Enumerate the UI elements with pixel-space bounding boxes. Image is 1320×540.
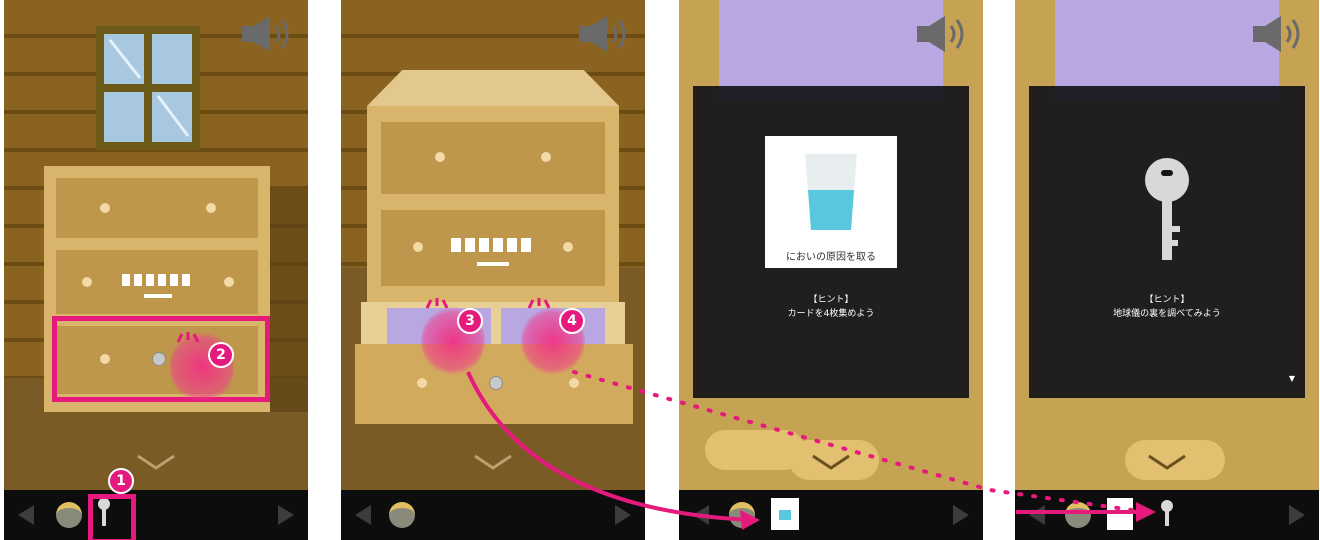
helmet-icon[interactable]: [389, 502, 415, 528]
triangle-left-icon[interactable]: [18, 505, 34, 525]
hint-dialog[interactable]: においの原因を取る 【ヒント】 カードを4枚集めよう: [693, 86, 969, 398]
helmet-icon[interactable]: [1065, 502, 1091, 528]
chevron-down-icon[interactable]: [136, 452, 176, 472]
hint-scene: 【ヒント】 地球儀の裏を調べてみよう ▼: [1015, 0, 1319, 490]
inventory-bar: [341, 490, 645, 540]
inventory-bar: [1015, 490, 1319, 540]
glass-card[interactable]: においの原因を取る: [765, 136, 897, 268]
speaker-icon[interactable]: [911, 14, 971, 54]
window[interactable]: [96, 26, 200, 150]
hint-scene: においの原因を取る 【ヒント】 カードを4枚集めよう: [679, 0, 983, 490]
inventory-bar: [679, 490, 983, 540]
hint-text: カードを4枚集めよう: [787, 309, 875, 319]
speaker-icon[interactable]: [573, 14, 633, 54]
hint-title: 【ヒント】: [808, 295, 854, 305]
scene-panel-hint-card: においの原因を取る 【ヒント】 カードを4枚集めよう: [679, 0, 983, 540]
scene-panel-hint-key: 【ヒント】 地球儀の裏を調べてみよう ▼: [1015, 0, 1319, 540]
key-icon[interactable]: [1161, 500, 1173, 528]
more-indicator[interactable]: ▼: [1289, 374, 1295, 383]
triangle-right-icon[interactable]: [615, 505, 631, 525]
highlight-box-key: [88, 494, 136, 540]
code-lock[interactable]: [451, 238, 535, 252]
dresser-scene: 3 4: [341, 0, 645, 490]
dresser-top: [367, 70, 619, 106]
step-marker-4: 4: [559, 308, 585, 334]
highlight-box-drawer: [52, 316, 270, 402]
step-marker-1: 1: [108, 468, 134, 494]
scene-panel-dresser: 3 4: [341, 0, 645, 540]
room-scene: 2: [4, 0, 308, 490]
glass-card-item[interactable]: [1107, 498, 1133, 530]
hint-text: 地球儀の裏を調べてみよう: [1113, 309, 1221, 319]
inventory-bar: [4, 490, 308, 540]
drawer-top[interactable]: [56, 178, 258, 238]
chevron-down-icon[interactable]: [811, 452, 851, 472]
drawer-middle[interactable]: [381, 210, 605, 286]
step-marker-2: 2: [208, 342, 234, 368]
code-lock[interactable]: [122, 274, 194, 286]
glass-card-icon: [805, 154, 857, 230]
triangle-left-icon[interactable]: [355, 505, 371, 525]
hint-title: 【ヒント】: [1144, 295, 1190, 305]
triangle-right-icon[interactable]: [1289, 505, 1305, 525]
triangle-right-icon[interactable]: [278, 505, 294, 525]
card-caption: においの原因を取る: [786, 252, 876, 263]
scene-panel-room: 2 1: [4, 0, 308, 540]
hint-dialog[interactable]: 【ヒント】 地球儀の裏を調べてみよう ▼: [1029, 86, 1305, 398]
chevron-down-icon[interactable]: [1147, 452, 1187, 472]
helmet-icon[interactable]: [56, 502, 82, 528]
triangle-left-icon[interactable]: [1029, 505, 1045, 525]
glass-card-item[interactable]: [771, 498, 799, 530]
drawer-top[interactable]: [381, 122, 605, 194]
step-marker-3: 3: [457, 308, 483, 334]
triangle-right-icon[interactable]: [953, 505, 969, 525]
speaker-icon[interactable]: [236, 14, 296, 54]
tap-ticks-4: [527, 298, 551, 309]
key-icon: [1145, 158, 1189, 260]
helmet-icon[interactable]: [729, 502, 755, 528]
triangle-left-icon[interactable]: [693, 505, 709, 525]
tap-ticks: [176, 332, 200, 343]
drawer-middle[interactable]: [56, 250, 258, 314]
speaker-icon[interactable]: [1247, 14, 1307, 54]
drawer-open-front[interactable]: [355, 344, 633, 424]
chevron-down-icon[interactable]: [473, 452, 513, 472]
tap-ticks-3: [425, 298, 449, 309]
keyhole-icon[interactable]: [489, 376, 503, 390]
